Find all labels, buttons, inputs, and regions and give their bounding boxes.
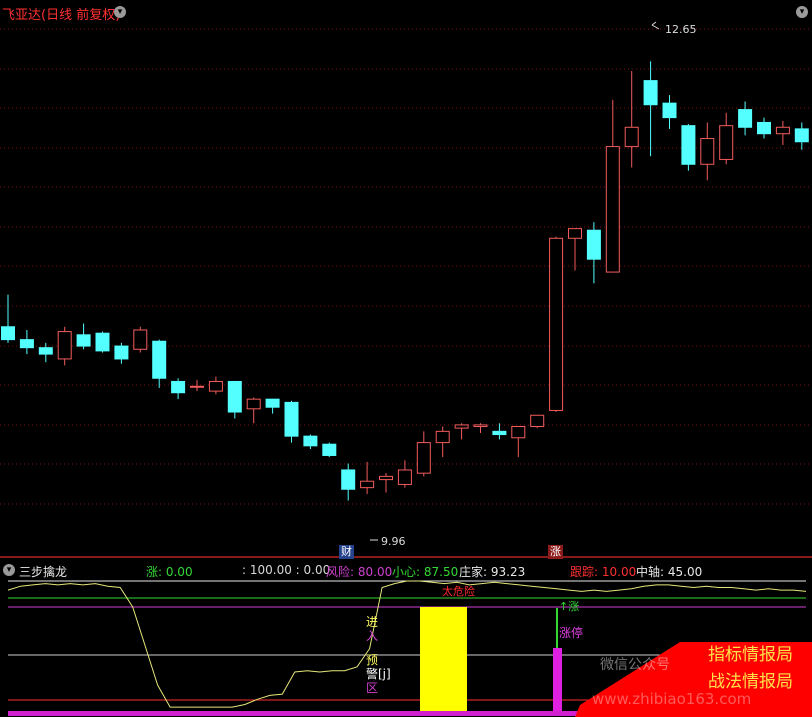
limit-up-label-1: ↑涨 <box>559 600 579 613</box>
candle[interactable] <box>95 331 110 353</box>
param-tracking: 跟踪: 10.00 <box>570 565 637 579</box>
candlestick-series <box>1 61 809 501</box>
warn-label-1: 预 <box>366 653 378 667</box>
candle[interactable] <box>549 236 564 413</box>
param-range: : 100.00 : 0.00 <box>242 563 331 577</box>
candle[interactable] <box>322 442 337 458</box>
candle[interactable] <box>530 414 545 429</box>
candle[interactable] <box>152 339 167 388</box>
marker-cai[interactable]: 财 <box>339 545 354 559</box>
candle[interactable] <box>303 434 318 450</box>
candle[interactable] <box>435 426 450 458</box>
candle[interactable] <box>57 326 72 366</box>
param-axis: 中轴: 45.00 <box>636 565 703 579</box>
candle[interactable] <box>719 112 734 165</box>
chevron-down-icon[interactable]: ▾ <box>114 6 126 18</box>
candle[interactable] <box>265 398 280 414</box>
candle[interactable] <box>114 342 129 364</box>
candle[interactable] <box>662 95 677 129</box>
candle[interactable] <box>284 400 299 443</box>
warn-label-3: 区 <box>366 681 378 695</box>
entry-zone-bar <box>420 607 467 714</box>
warn-label-2: 警[j] <box>366 666 391 681</box>
candle[interactable] <box>681 124 696 171</box>
indicator-menu-icon[interactable]: ▾ <box>3 564 15 576</box>
watermark-line-4: www.zhibiao163.com <box>592 690 752 708</box>
candle[interactable] <box>38 342 53 363</box>
param-risk: 风险: 80.00 <box>326 565 393 579</box>
param-zhang: 涨: 0.00 <box>146 565 193 579</box>
candle[interactable] <box>643 61 658 157</box>
candle[interactable] <box>700 122 715 181</box>
marker-zhang[interactable]: 涨 <box>548 545 563 559</box>
candle[interactable] <box>246 397 261 424</box>
entry-label-1: 进 <box>366 615 378 629</box>
watermark-line-2: 战法情报局 <box>708 672 793 692</box>
high-price-label: 12.65 <box>665 23 697 36</box>
limit-up-bar <box>553 648 562 714</box>
candle[interactable] <box>208 376 223 395</box>
candle[interactable] <box>341 463 356 501</box>
candle[interactable] <box>1 294 15 343</box>
danger-label: 太危险 <box>442 584 475 598</box>
candle[interactable] <box>738 101 753 136</box>
candle[interactable] <box>133 326 148 353</box>
close-chart-icon[interactable]: ▾ <box>796 6 808 18</box>
candle[interactable] <box>76 323 91 350</box>
candle[interactable] <box>568 228 582 271</box>
candle[interactable] <box>379 473 393 493</box>
candle[interactable] <box>171 378 186 400</box>
candle[interactable] <box>492 423 507 440</box>
candle[interactable] <box>416 431 431 477</box>
candle[interactable] <box>586 222 601 284</box>
param-dealer: 庄家: 93.23 <box>459 565 526 579</box>
watermark-line-3: 微信公众号 <box>600 657 670 673</box>
candle[interactable] <box>19 329 34 355</box>
chart-canvas[interactable]: 12.65 9.96 太危险 进 入 预 警[j] 区 ↑涨 涨停 <box>0 0 812 717</box>
candle[interactable] <box>227 380 242 419</box>
candle[interactable] <box>775 120 790 145</box>
limit-up-label-2: 涨停 <box>559 625 583 640</box>
entry-label-2: 入 <box>366 629 378 643</box>
price-grid <box>0 28 812 505</box>
candle[interactable] <box>454 423 469 440</box>
candle[interactable] <box>624 70 639 168</box>
candle[interactable] <box>794 122 809 150</box>
candle[interactable] <box>360 461 375 495</box>
watermark-line-1: 指标情报局 <box>708 645 793 665</box>
candle[interactable] <box>473 423 488 433</box>
low-price-label: 9.96 <box>381 535 406 548</box>
candle[interactable] <box>757 117 771 139</box>
chart-title[interactable]: 飞亚达(日线 前复权) <box>2 4 120 23</box>
candle[interactable] <box>605 99 620 273</box>
indicator-name[interactable]: 三步擒龙 <box>19 563 67 580</box>
param-caution: 小心: 87.50 <box>392 565 459 579</box>
candle[interactable] <box>511 426 526 458</box>
